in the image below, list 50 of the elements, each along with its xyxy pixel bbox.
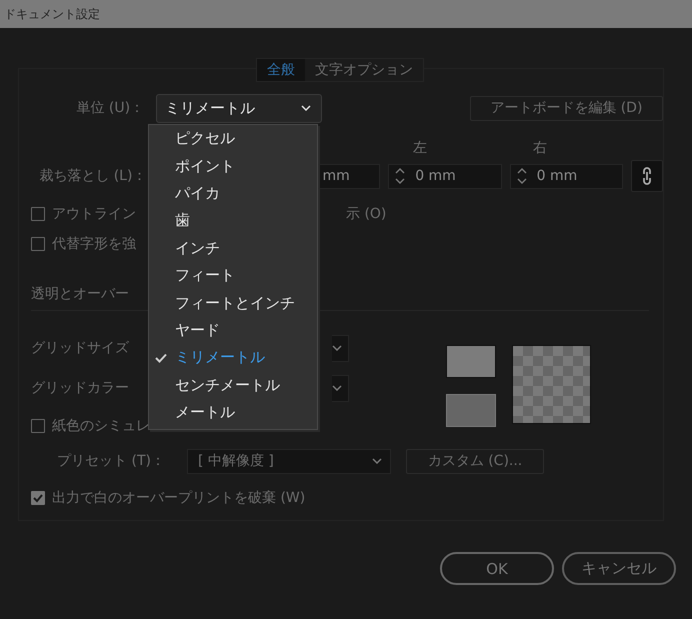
bleed-field[interactable]: 0 mm <box>388 164 502 188</box>
menu-item[interactable]: メートル <box>149 398 317 426</box>
checkbox-label: 出力で白のオーバープリントを破棄 (W) <box>52 489 306 507</box>
dialog-button[interactable]: OK <box>440 552 554 585</box>
units-dropdown[interactable]: ミリメートル <box>156 94 322 122</box>
menu-item[interactable]: 歯 <box>149 207 317 235</box>
grid-color-swatch[interactable] <box>446 345 496 378</box>
chevron-icon <box>332 385 342 391</box>
grid-size-label: グリッドサイズ <box>31 339 129 357</box>
checkbox-label: 代替字形を強 <box>52 235 136 253</box>
section-title: 透明とオーバー <box>31 285 129 303</box>
menu-item[interactable]: ポイント <box>149 152 317 180</box>
window-title: ドキュメント設定 <box>4 6 100 22</box>
chevron-icon <box>332 345 342 351</box>
chevron-icon <box>372 458 382 464</box>
grid-size-dropdown[interactable] <box>332 334 349 362</box>
menu-item[interactable]: ピクセル <box>149 125 317 152</box>
chain-link-button[interactable] <box>631 160 663 192</box>
tab[interactable]: 全般 <box>257 59 305 81</box>
menu-item[interactable]: フィート <box>149 262 317 290</box>
grid-color-swatch[interactable] <box>446 394 496 427</box>
stepper-icon <box>395 166 406 186</box>
bleed-side-label: 左 <box>413 139 428 157</box>
bleed-side-label: 右 <box>533 139 548 157</box>
menu-item[interactable]: フィートとインチ <box>149 289 317 317</box>
chain-link-icon <box>642 166 652 186</box>
preset-label: プリセット (T)： <box>56 452 165 470</box>
chevron-icon <box>301 105 312 111</box>
checkmark-icon <box>155 353 167 364</box>
grid-color-label: グリッドカラー <box>31 379 129 397</box>
checkbox[interactable] <box>31 207 45 221</box>
menu-item[interactable]: センチメートル <box>149 372 317 399</box>
menu-item[interactable]: インチ <box>149 234 317 262</box>
checkbox[interactable] <box>31 237 45 251</box>
stepper-icon <box>516 166 527 186</box>
menu-item[interactable]: ミリメートル <box>149 344 317 372</box>
menu-item[interactable]: ヤード <box>149 316 317 344</box>
checkbox[interactable] <box>31 419 45 433</box>
checkbox-label: アウトライン <box>52 205 136 223</box>
menu-item[interactable]: パイカ <box>149 180 317 208</box>
checkbox-label: 示 (O) <box>346 205 386 223</box>
checkbox-label: 紙色のシミュレ <box>52 417 150 435</box>
checkbox[interactable] <box>31 491 45 505</box>
units-label: 単位 (U)： <box>75 99 144 117</box>
bleed-label: 裁ち落とし (L)： <box>38 167 146 185</box>
bleed-field[interactable]: 0 mm <box>510 164 624 188</box>
bleed-field[interactable]: mm <box>319 164 380 188</box>
grid-color-dropdown[interactable] <box>332 374 349 402</box>
preset-dropdown[interactable]: [ 中解像度 ] <box>187 448 391 474</box>
dialog-button[interactable]: キャンセル <box>562 552 676 585</box>
